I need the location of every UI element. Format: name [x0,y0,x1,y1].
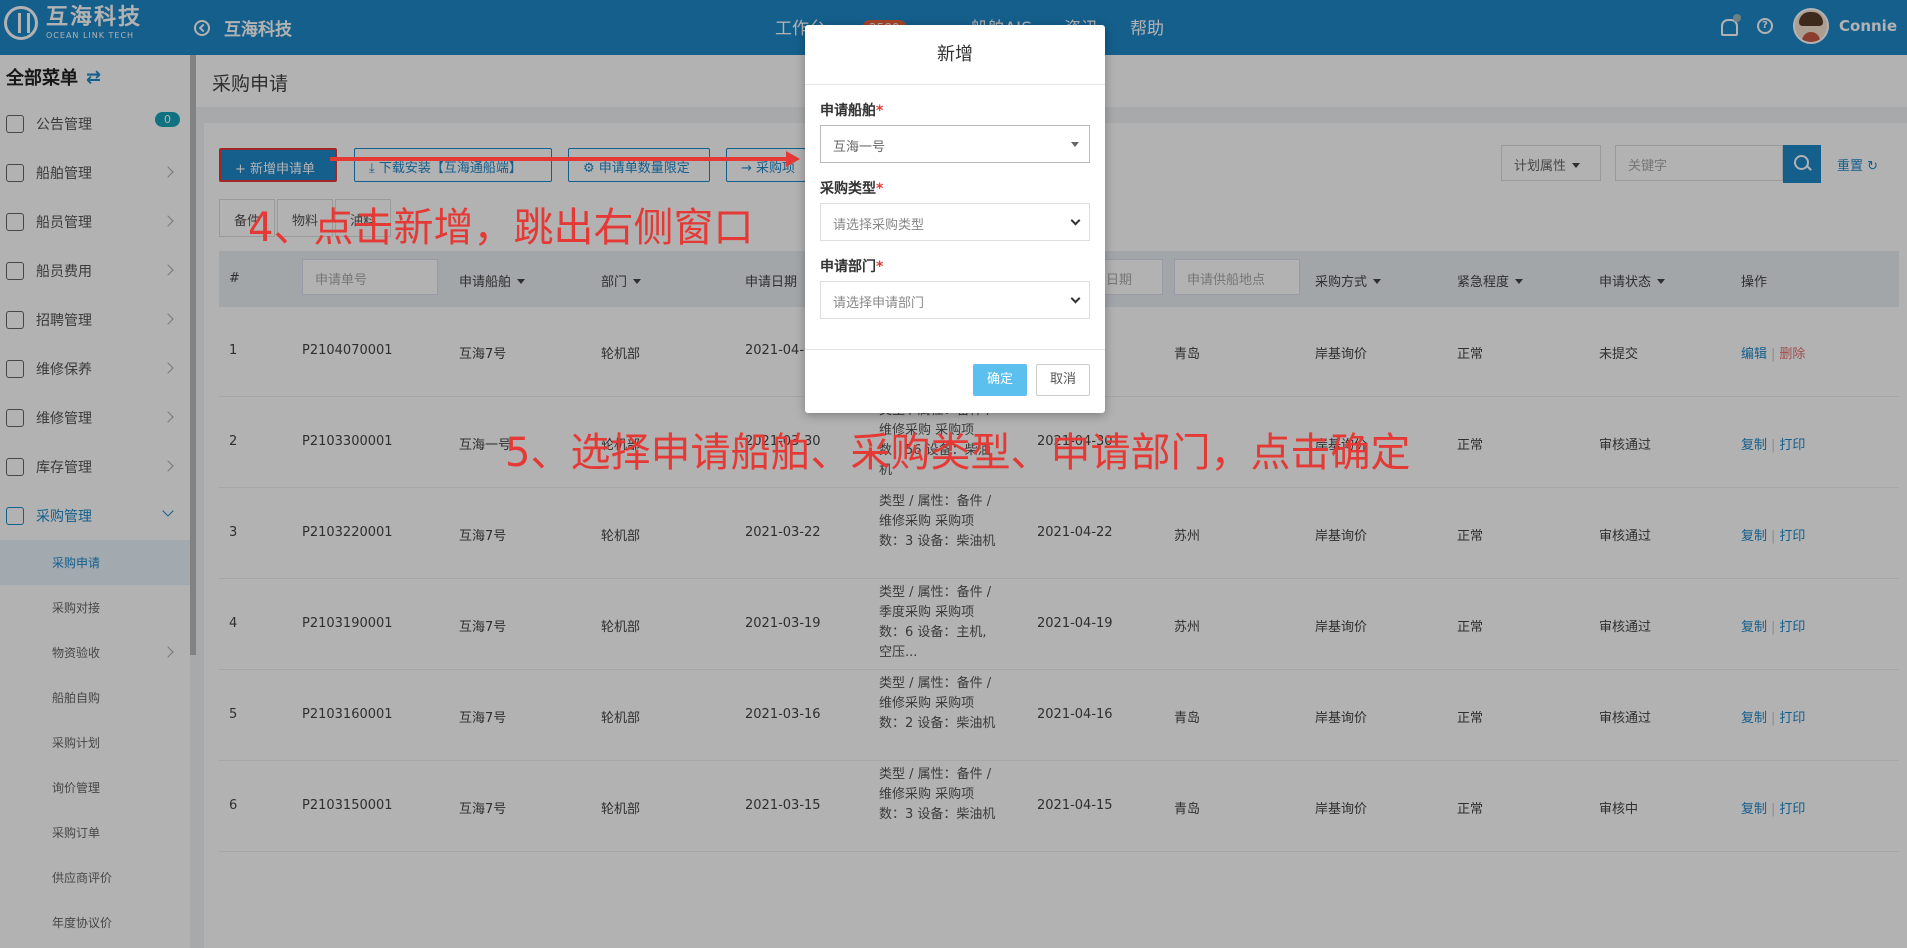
ship-select-value: 互海一号 [833,140,886,155]
required-mark: * [876,103,884,119]
annotation-arrow-head [786,151,800,167]
dept-label-text: 申请部门 [820,259,876,275]
chevron-down-icon [1070,215,1081,226]
ship-label-text: 申请船舶 [820,103,876,119]
type-label-text: 采购类型 [820,181,876,197]
annotation-arrow [330,157,790,161]
required-mark: * [876,259,884,275]
type-placeholder: 请选择采购类型 [833,218,925,233]
chevron-down-icon [1070,293,1081,304]
dept-select[interactable]: 请选择申请部门 [820,281,1090,319]
dept-label: 申请部门* [820,256,883,276]
add-dialog: 新增 申请船舶* 互海一号 采购类型* 请选择采购类型 申请部门* 请选择申请部… [805,25,1105,413]
ship-label: 申请船舶* [820,100,883,120]
annotation-step5: 5、选择申请船舶、采购类型、申请部门，点击确定 [505,430,1411,476]
confirm-button[interactable]: 确定 [973,364,1027,396]
type-label: 采购类型* [820,178,883,198]
purchase-type-select[interactable]: 请选择采购类型 [820,203,1090,241]
caret-down-icon [1071,142,1079,147]
required-mark: * [876,181,884,197]
dialog-footer: 确定 取消 [805,349,1105,413]
dialog-title: 新增 [805,25,1105,85]
cancel-button[interactable]: 取消 [1036,364,1090,396]
dept-placeholder: 请选择申请部门 [833,296,925,311]
annotation-step4: 4、点击新增，跳出右侧窗口 [248,205,754,251]
ship-select[interactable]: 互海一号 [820,125,1090,163]
